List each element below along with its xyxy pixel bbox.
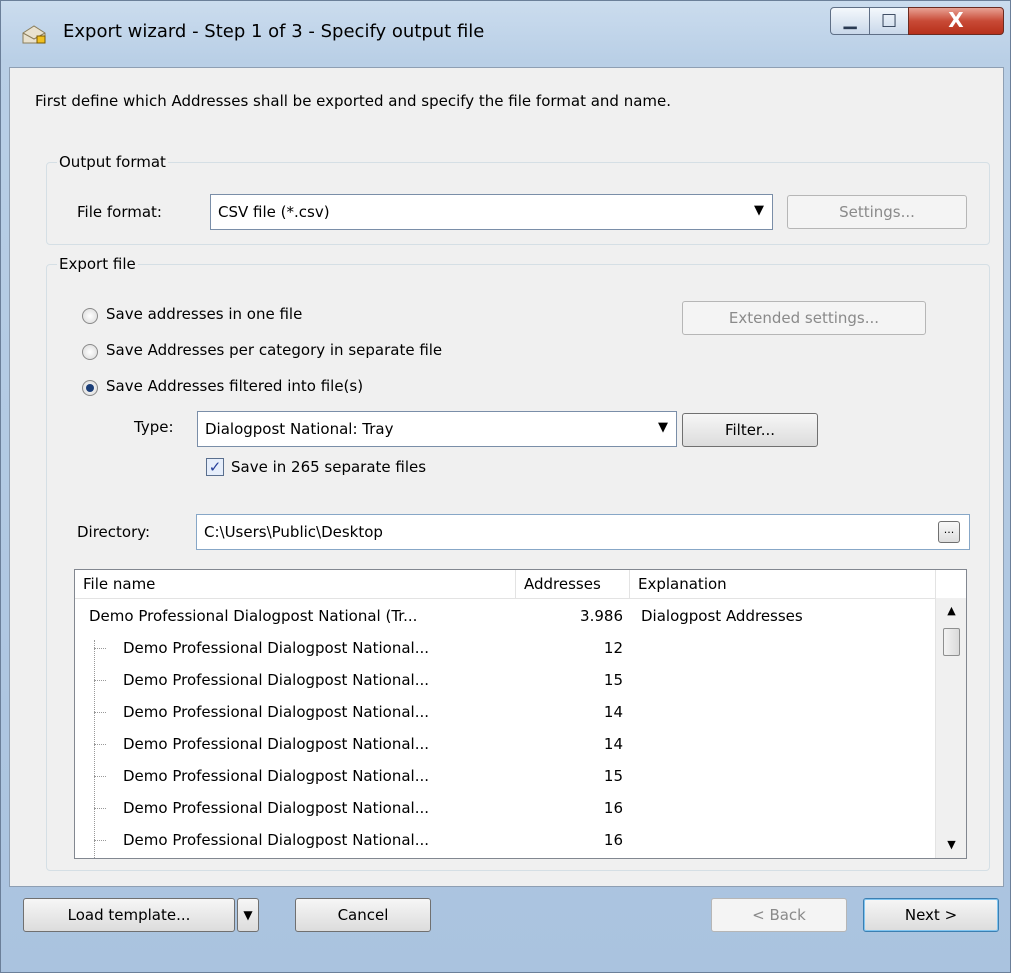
chevron-down-icon: ▼ <box>754 203 764 218</box>
separate-files-label[interactable]: Save in 265 separate files <box>231 458 426 476</box>
minimize-button[interactable]: ▁ <box>830 7 870 35</box>
row-file-name: Demo Professional Dialogpost National... <box>123 639 429 657</box>
tree-branch <box>94 744 106 745</box>
browse-button[interactable]: ... <box>938 521 960 543</box>
radio-one-file[interactable] <box>82 308 98 324</box>
tree-branch <box>94 808 106 809</box>
title-bar[interactable]: Export wizard - Step 1 of 3 - Specify ou… <box>1 1 1010 67</box>
row-addresses: 14 <box>603 703 623 721</box>
row-file-name: Demo Professional Dialogpost National... <box>123 735 429 753</box>
scroll-thumb[interactable] <box>943 628 960 656</box>
directory-value: C:\Users\Public\Desktop <box>204 523 383 541</box>
file-format-label: File format: <box>77 203 162 221</box>
table-row[interactable]: Demo Professional Dialogpost National...… <box>75 728 935 760</box>
row-file-name: Demo Professional Dialogpost National... <box>123 767 429 785</box>
row-file-name: Demo Professional Dialogpost National... <box>123 703 429 721</box>
row-addresses: 15 <box>603 671 623 689</box>
file-format-select[interactable]: CSV file (*.csv) ▼ <box>210 194 773 230</box>
row-file-name: Demo Professional Dialogpost National... <box>123 831 429 849</box>
close-button[interactable]: X <box>908 7 1004 35</box>
directory-label: Directory: <box>77 523 151 541</box>
tree-branch <box>94 712 106 713</box>
intro-text: First define which Addresses shall be ex… <box>35 92 672 110</box>
radio-filtered-label[interactable]: Save Addresses filtered into file(s) <box>106 377 363 395</box>
table-row[interactable]: Demo Professional Dialogpost National (T… <box>75 600 935 632</box>
minimize-icon: ▁ <box>843 10 857 30</box>
back-button[interactable]: < Back <box>711 898 847 932</box>
directory-input[interactable]: C:\Users\Public\Desktop <box>196 514 970 550</box>
maximize-icon: □ <box>880 10 898 30</box>
table-row[interactable]: Demo Professional Dialogpost National...… <box>75 696 935 728</box>
row-addresses: 15 <box>603 767 623 785</box>
table-row[interactable]: Demo Professional Dialogpost National...… <box>75 664 935 696</box>
radio-per-category-label[interactable]: Save Addresses per category in separate … <box>106 341 442 359</box>
tree-branch <box>94 680 106 681</box>
export-envelope-icon <box>22 25 46 44</box>
row-addresses: 3.986 <box>580 607 623 625</box>
chevron-down-icon: ▼ <box>243 908 253 922</box>
file-list-header: File name Addresses Explanation <box>75 570 966 599</box>
row-file-name: Demo Professional Dialogpost National... <box>123 799 429 817</box>
separate-files-checkbox[interactable]: ✓ <box>206 458 224 476</box>
header-explanation[interactable]: Explanation <box>630 570 936 598</box>
row-addresses: 16 <box>603 799 623 817</box>
tree-branch <box>94 840 106 841</box>
tree-branch <box>94 648 106 649</box>
filter-button[interactable]: Filter... <box>682 413 818 447</box>
vertical-scrollbar[interactable]: ▲ ▼ <box>935 598 966 858</box>
extended-settings-button[interactable]: Extended settings... <box>682 301 926 335</box>
row-addresses: 14 <box>603 735 623 753</box>
load-template-dropdown-button[interactable]: ▼ <box>237 898 259 932</box>
row-file-name: Demo Professional Dialogpost National... <box>123 671 429 689</box>
type-value: Dialogpost National: Tray <box>205 420 394 438</box>
table-row[interactable]: Demo Professional Dialogpost National...… <box>75 632 935 664</box>
row-addresses: 12 <box>603 639 623 657</box>
table-row[interactable]: Demo Professional Dialogpost National...… <box>75 792 935 824</box>
table-row[interactable]: Demo Professional Dialogpost National...… <box>75 824 935 856</box>
tree-branch <box>94 776 106 777</box>
row-addresses: 16 <box>603 831 623 849</box>
export-file-legend: Export file <box>59 255 136 273</box>
file-format-value: CSV file (*.csv) <box>218 203 330 221</box>
radio-filtered[interactable] <box>82 380 98 396</box>
checkmark-icon: ✓ <box>208 458 222 476</box>
header-addresses[interactable]: Addresses <box>516 570 630 598</box>
window-title: Export wizard - Step 1 of 3 - Specify ou… <box>63 21 485 42</box>
header-file-name[interactable]: File name <box>75 570 516 598</box>
cancel-button[interactable]: Cancel <box>295 898 431 932</box>
next-button[interactable]: Next > <box>863 898 999 932</box>
output-format-legend: Output format <box>59 153 166 171</box>
close-icon: X <box>948 8 964 32</box>
export-wizard-window: Export wizard - Step 1 of 3 - Specify ou… <box>0 0 1011 973</box>
dialog-client-area: First define which Addresses shall be ex… <box>9 67 1004 887</box>
settings-button[interactable]: Settings... <box>787 195 967 229</box>
type-label: Type: <box>134 418 174 436</box>
row-explanation: Dialogpost Addresses <box>641 607 803 625</box>
file-list[interactable]: File name Addresses Explanation Demo Pro… <box>74 569 967 859</box>
type-select[interactable]: Dialogpost National: Tray ▼ <box>197 411 677 447</box>
table-row[interactable]: Demo Professional Dialogpost National...… <box>75 760 935 792</box>
row-file-name: Demo Professional Dialogpost National (T… <box>89 607 418 625</box>
maximize-button[interactable]: □ <box>869 7 909 35</box>
radio-per-category[interactable] <box>82 344 98 360</box>
scroll-down-icon[interactable]: ▼ <box>936 832 966 858</box>
load-template-button[interactable]: Load template... <box>23 898 235 932</box>
chevron-down-icon: ▼ <box>658 420 668 435</box>
radio-one-file-label[interactable]: Save addresses in one file <box>106 305 302 323</box>
scroll-up-icon[interactable]: ▲ <box>936 598 966 624</box>
